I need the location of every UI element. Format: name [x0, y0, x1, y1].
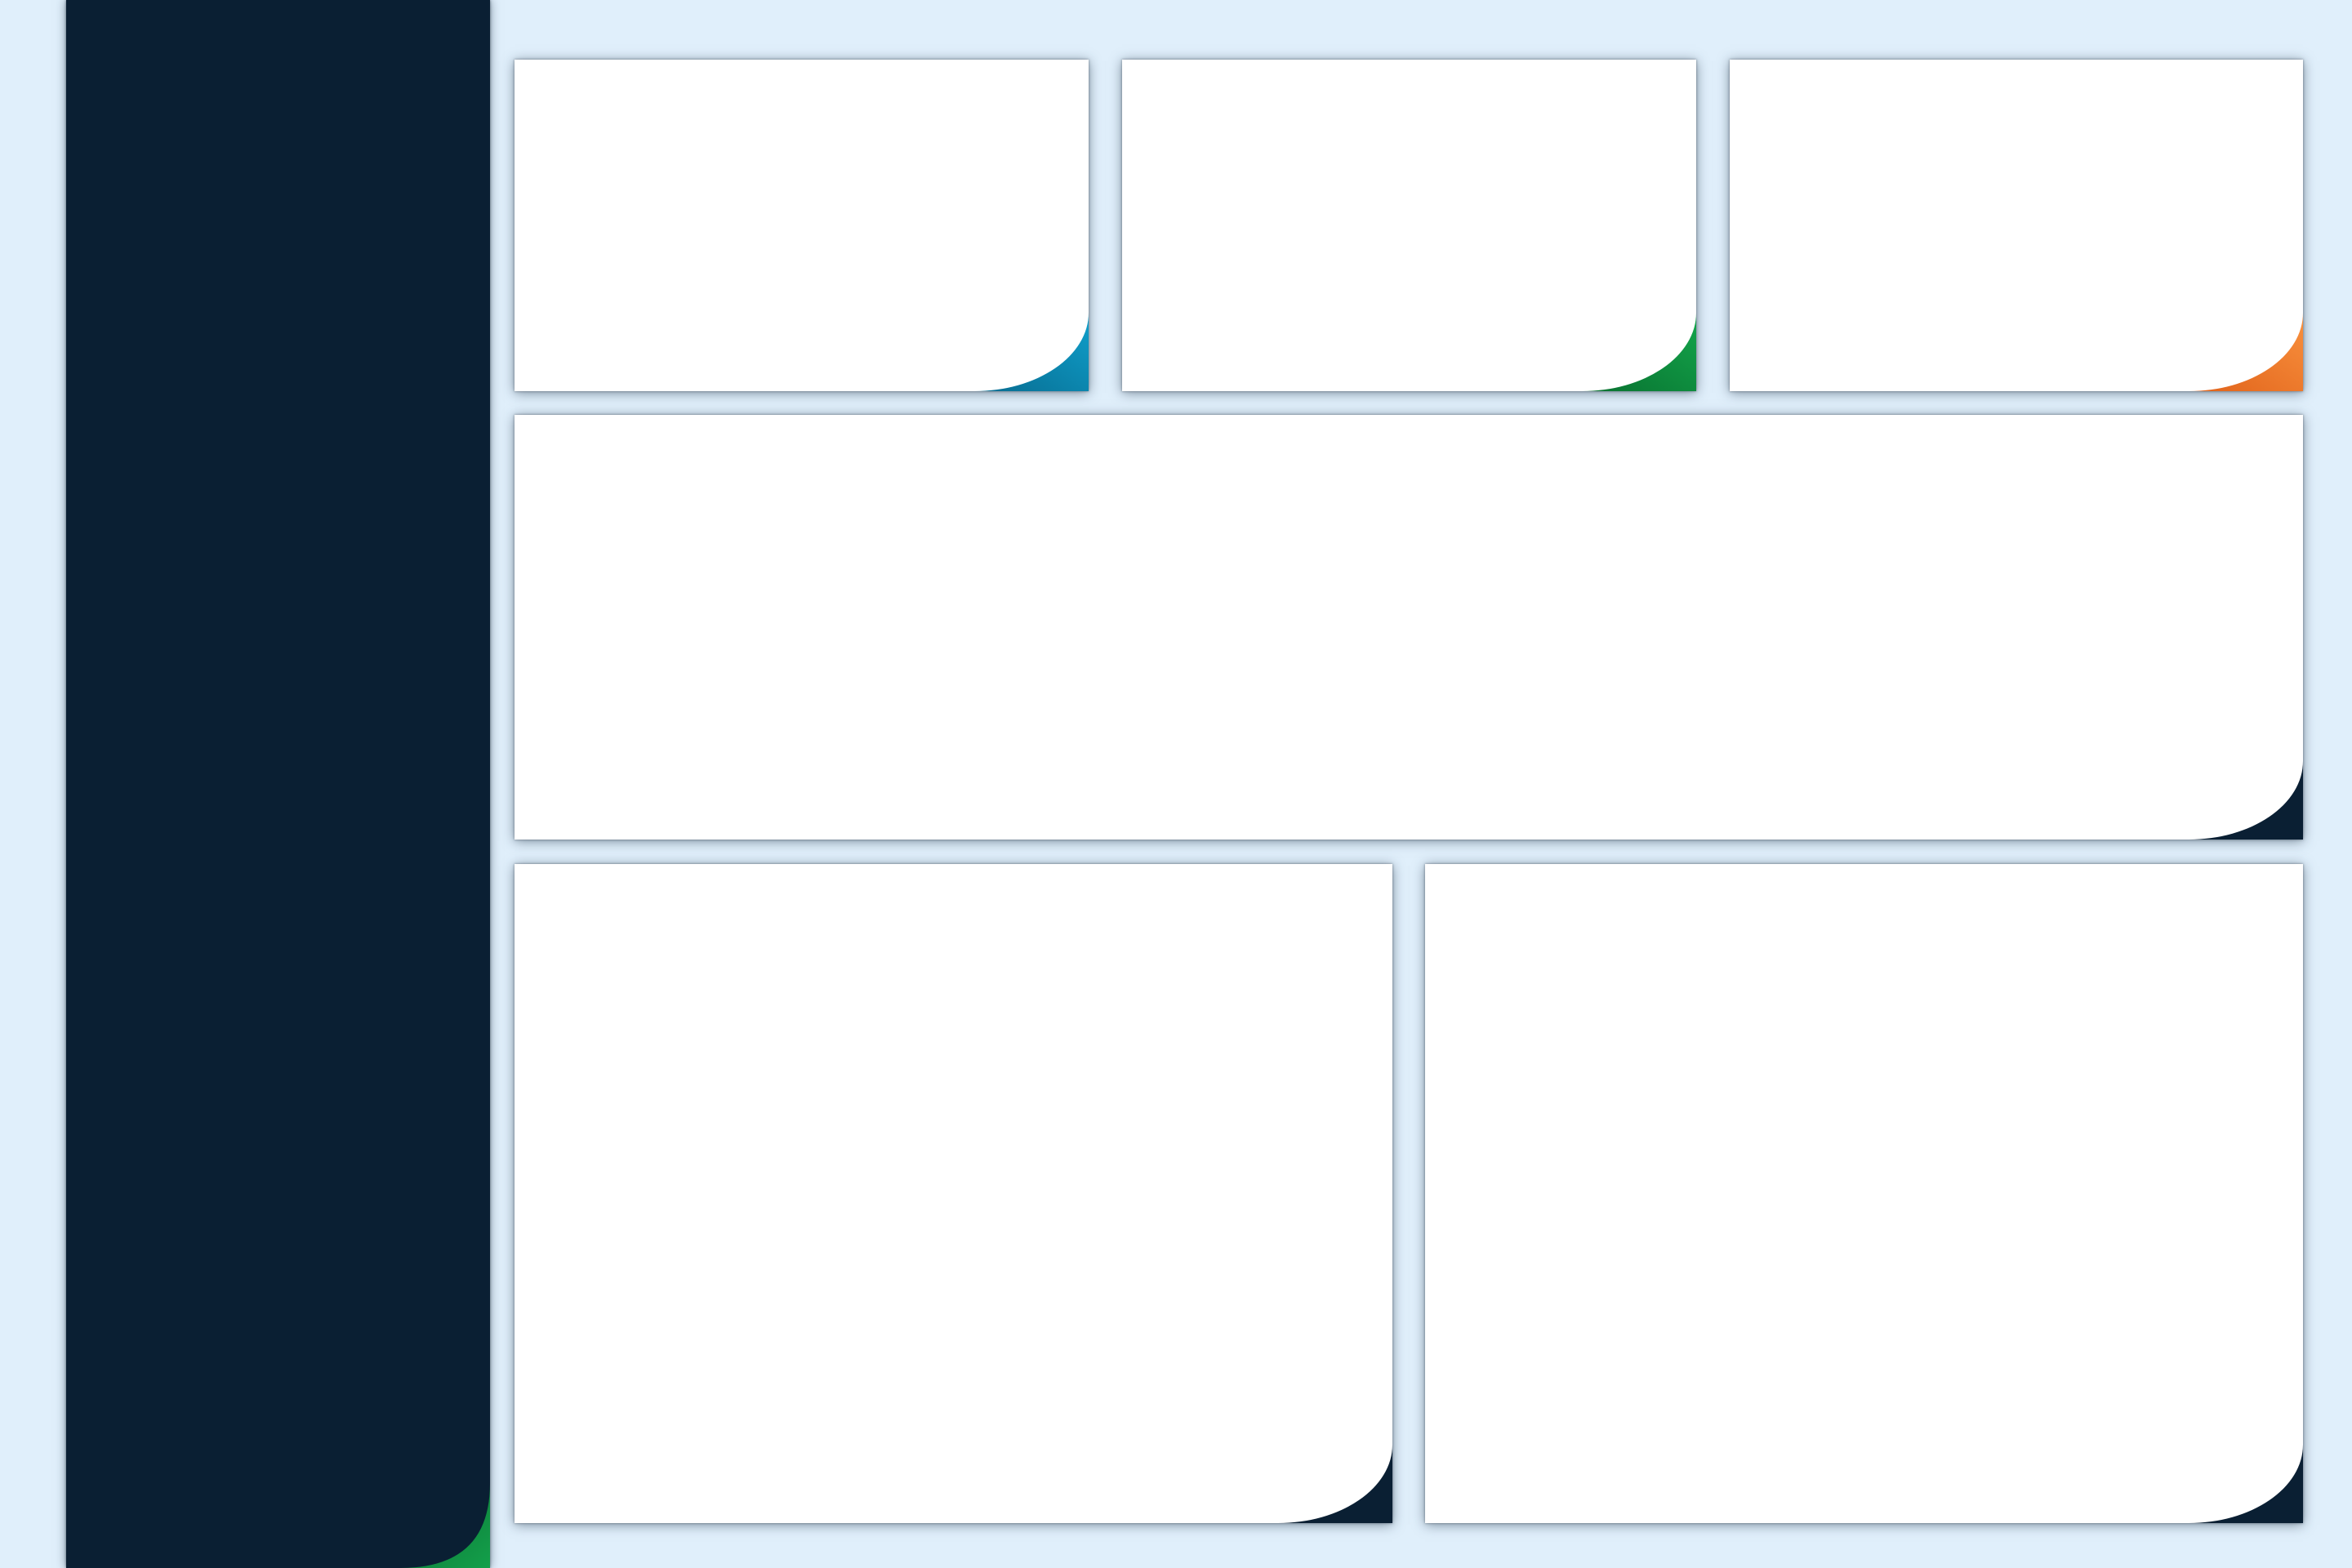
wide-panel [514, 415, 2303, 840]
bottom-left-panel-face [514, 864, 1392, 1523]
sidebar [66, 0, 490, 1568]
sidebar-corner-fold [400, 1483, 490, 1568]
kpi-card-2 [1122, 60, 1696, 391]
bottom-left-panel [514, 864, 1392, 1523]
kpi-card-3-face [1730, 60, 2303, 391]
wide-panel-face [514, 415, 2303, 840]
kpi-card-3 [1730, 60, 2303, 391]
bottom-right-panel [1425, 864, 2303, 1523]
kpi-card-1 [514, 60, 1089, 391]
kpi-card-2-face [1122, 60, 1696, 391]
kpi-card-1-face [514, 60, 1089, 391]
bottom-right-panel-face [1425, 864, 2303, 1523]
